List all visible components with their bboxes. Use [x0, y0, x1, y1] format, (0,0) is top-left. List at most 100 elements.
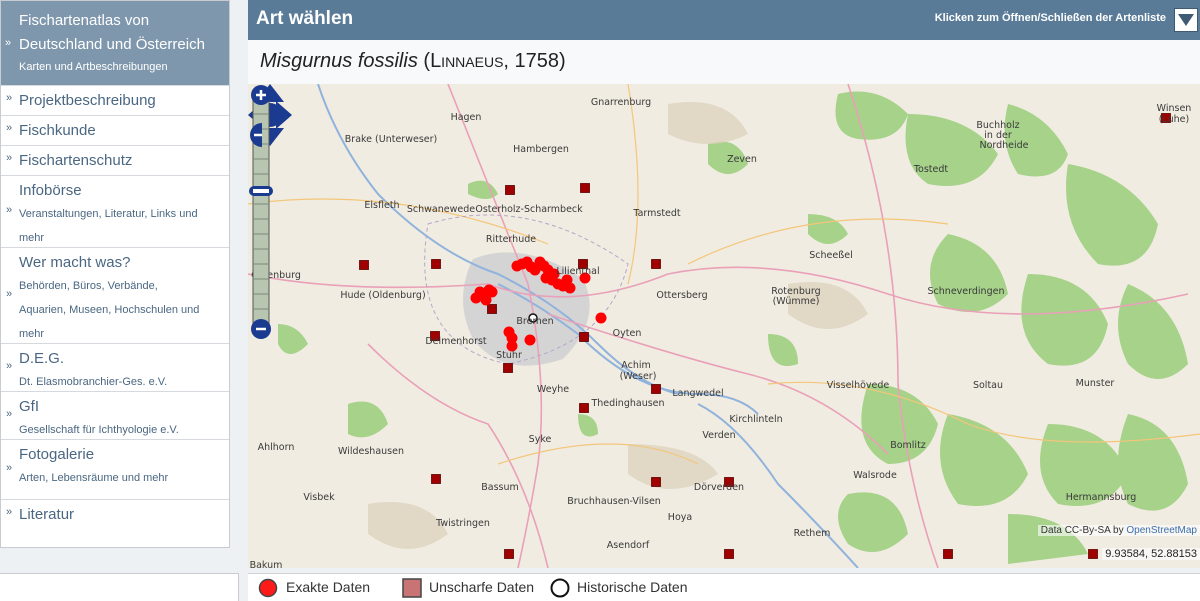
place-label: Scheeßel: [809, 250, 853, 261]
place-label: Lilienthal: [556, 266, 600, 277]
species-list-hint[interactable]: Klicken zum Öffnen/Schließen der Artenli…: [935, 12, 1166, 24]
fuzzy-record-marker[interactable]: [651, 477, 661, 487]
chevron-right-icon: »: [6, 92, 13, 104]
nav-item-fischkunde[interactable]: » Fischkunde: [1, 115, 229, 145]
chevron-right-icon: »: [6, 152, 13, 164]
chevron-right-icon: »: [6, 204, 13, 216]
species-year: , 1758): [503, 50, 566, 72]
place-label: Elsfleth: [364, 200, 400, 211]
place-label: Bomlitz: [890, 440, 926, 451]
place-label: Delmenhorst: [425, 336, 487, 347]
nav-item-infobörse[interactable]: » Infobörse Veranstaltungen, Literatur, Li…: [1, 175, 229, 247]
species-title-bar: Misgurnus fossilis (Linnaeus, 1758): [248, 40, 1200, 85]
place-label: Thedinghausen: [591, 398, 665, 409]
nav-item-label: Fischkunde: [19, 122, 96, 139]
place-label: Winsen: [1156, 103, 1192, 114]
fuzzy-record-marker[interactable]: [431, 474, 441, 484]
nav-item-fischartenschutz[interactable]: » Fischartenschutz: [1, 145, 229, 175]
fuzzy-record-marker[interactable]: [1088, 549, 1098, 559]
farmland-areas: [368, 102, 868, 549]
dropdown-toggle-button[interactable]: [1174, 8, 1198, 32]
nav-head-line1: Fischartenatlas von: [19, 12, 150, 29]
distribution-map[interactable]: Gnarrenburg Hagen Winsen (Luhe) Buchholz in d…: [248, 84, 1200, 568]
place-label: Langwedel: [672, 388, 724, 399]
nav-item-d-e-g-[interactable]: » D.E.G. Dt. Elasmobranchier-Ges. e.V.: [1, 343, 229, 391]
attribution-text: Data CC-By-SA by: [1040, 525, 1127, 536]
place-label: Osterholz-Scharmbeck: [475, 204, 583, 215]
nav-item-label: D.E.G.: [19, 350, 65, 367]
fuzzy-record-marker[interactable]: [505, 185, 515, 195]
nav-item-fischartenatlas[interactable]: » Fischartenatlas von Deutschland und Ös…: [1, 1, 229, 85]
place-label: Wildeshausen: [338, 446, 404, 457]
fuzzy-record-marker[interactable]: [487, 304, 497, 314]
place-label: Bremen: [516, 316, 554, 327]
fuzzy-record-marker[interactable]: [431, 259, 441, 269]
chevron-right-icon: »: [6, 122, 13, 134]
fuzzy-record-marker[interactable]: [943, 549, 953, 559]
fuzzy-record-marker[interactable]: [503, 363, 513, 373]
legend-historic: Historische Daten: [577, 579, 688, 595]
layer-switcher-button[interactable]: [248, 122, 262, 148]
place-label: Brake (Unterweser): [344, 134, 438, 145]
openstreetmap-link[interactable]: OpenStreetMap: [1126, 525, 1197, 536]
nav-item-label: Projektbeschreibung: [19, 92, 156, 109]
place-label: Oyten: [612, 328, 642, 339]
nav-item-label: Literatur: [19, 506, 75, 523]
exact-record-marker[interactable]: [595, 312, 607, 324]
place-label: Walsrode: [853, 470, 897, 481]
place-label: Munster: [1075, 378, 1115, 389]
place-label: Hoya: [667, 512, 693, 523]
species-binomial: Misgurnus fossilis: [260, 50, 418, 72]
triangle-down-icon: [1178, 14, 1194, 26]
place-label: Achim: [621, 360, 651, 371]
place-label: Soltau: [972, 380, 1004, 391]
exact-record-marker[interactable]: [486, 286, 498, 298]
fuzzy-data-icon: [402, 578, 422, 598]
fuzzy-record-marker[interactable]: [579, 403, 589, 413]
nav-head-sub: Karten und Artbeschreibungen: [19, 61, 168, 73]
place-label: Asendorf: [606, 540, 650, 551]
fuzzy-record-marker[interactable]: [651, 384, 661, 394]
exact-record-marker[interactable]: [564, 282, 576, 294]
place-label: (Luhe): [1158, 114, 1190, 125]
chevron-right-icon: »: [6, 360, 13, 372]
fuzzy-record-marker[interactable]: [504, 549, 514, 559]
nav-item-label: Fotogalerie: [19, 446, 95, 463]
fuzzy-record-marker[interactable]: [580, 183, 590, 193]
place-label: Gnarrenburg: [590, 97, 652, 108]
species-select-title[interactable]: Art wählen: [256, 8, 353, 30]
place-label: Ahlhorn: [257, 442, 295, 453]
place-label: (Weser): [619, 371, 657, 382]
place-label: Stuhr: [496, 350, 522, 361]
historic-data-icon: [550, 578, 570, 598]
nav-item-label: Fischartenschutz: [19, 152, 133, 169]
place-label: Visselhövede: [826, 380, 890, 391]
nav-item-literatur[interactable]: » Literatur: [1, 499, 229, 529]
place-label: (Wümme): [772, 296, 820, 307]
nav-item-fotogalerie[interactable]: » Fotogalerie Arten, Lebensräume und mehr: [1, 439, 229, 499]
species-name: Misgurnus fossilis (Linnaeus, 1758): [260, 50, 566, 73]
place-label: Ottersberg: [656, 290, 708, 301]
nav-item-wer-macht-was-[interactable]: » Wer macht was? Behörden, Büros, Verbände…: [1, 247, 229, 343]
sidebar-footer-strip: [0, 573, 239, 601]
place-label: Hambergen: [513, 144, 569, 155]
species-select-bar[interactable]: Art wählen Klicken zum Öffnen/Schließen …: [248, 0, 1200, 40]
nav-list: » Projektbeschreibung » Fischkunde » Fischart…: [1, 85, 229, 529]
fuzzy-record-marker[interactable]: [579, 332, 589, 342]
place-label: Tarmstedt: [633, 208, 681, 219]
map-legend: Exakte Daten Unscharfe Daten Historische…: [248, 573, 1200, 601]
place-label: Visbek: [303, 492, 335, 503]
fuzzy-record-marker[interactable]: [359, 260, 369, 270]
exact-record-marker[interactable]: [524, 334, 536, 346]
nav-item-sublabel: Arten, Lebensräume und mehr: [19, 472, 169, 484]
fuzzy-record-marker[interactable]: [651, 259, 661, 269]
nav-item-projektbeschreibung[interactable]: » Projektbeschreibung: [1, 85, 229, 115]
nav-item-sublabel: Behörden, Büros, Verbände,: [19, 280, 158, 292]
place-label: Nordheide: [979, 140, 1029, 151]
nav-item-gfi[interactable]: » GfI Gesellschaft für Ichthyologie e.V.: [1, 391, 229, 439]
chevron-right-icon: »: [6, 288, 13, 300]
exact-record-marker[interactable]: [470, 292, 482, 304]
fuzzy-record-marker[interactable]: [724, 549, 734, 559]
place-label: Zeven: [727, 154, 757, 165]
map-attribution: Data CC-By-SA by OpenStreetMap: [1037, 525, 1200, 536]
